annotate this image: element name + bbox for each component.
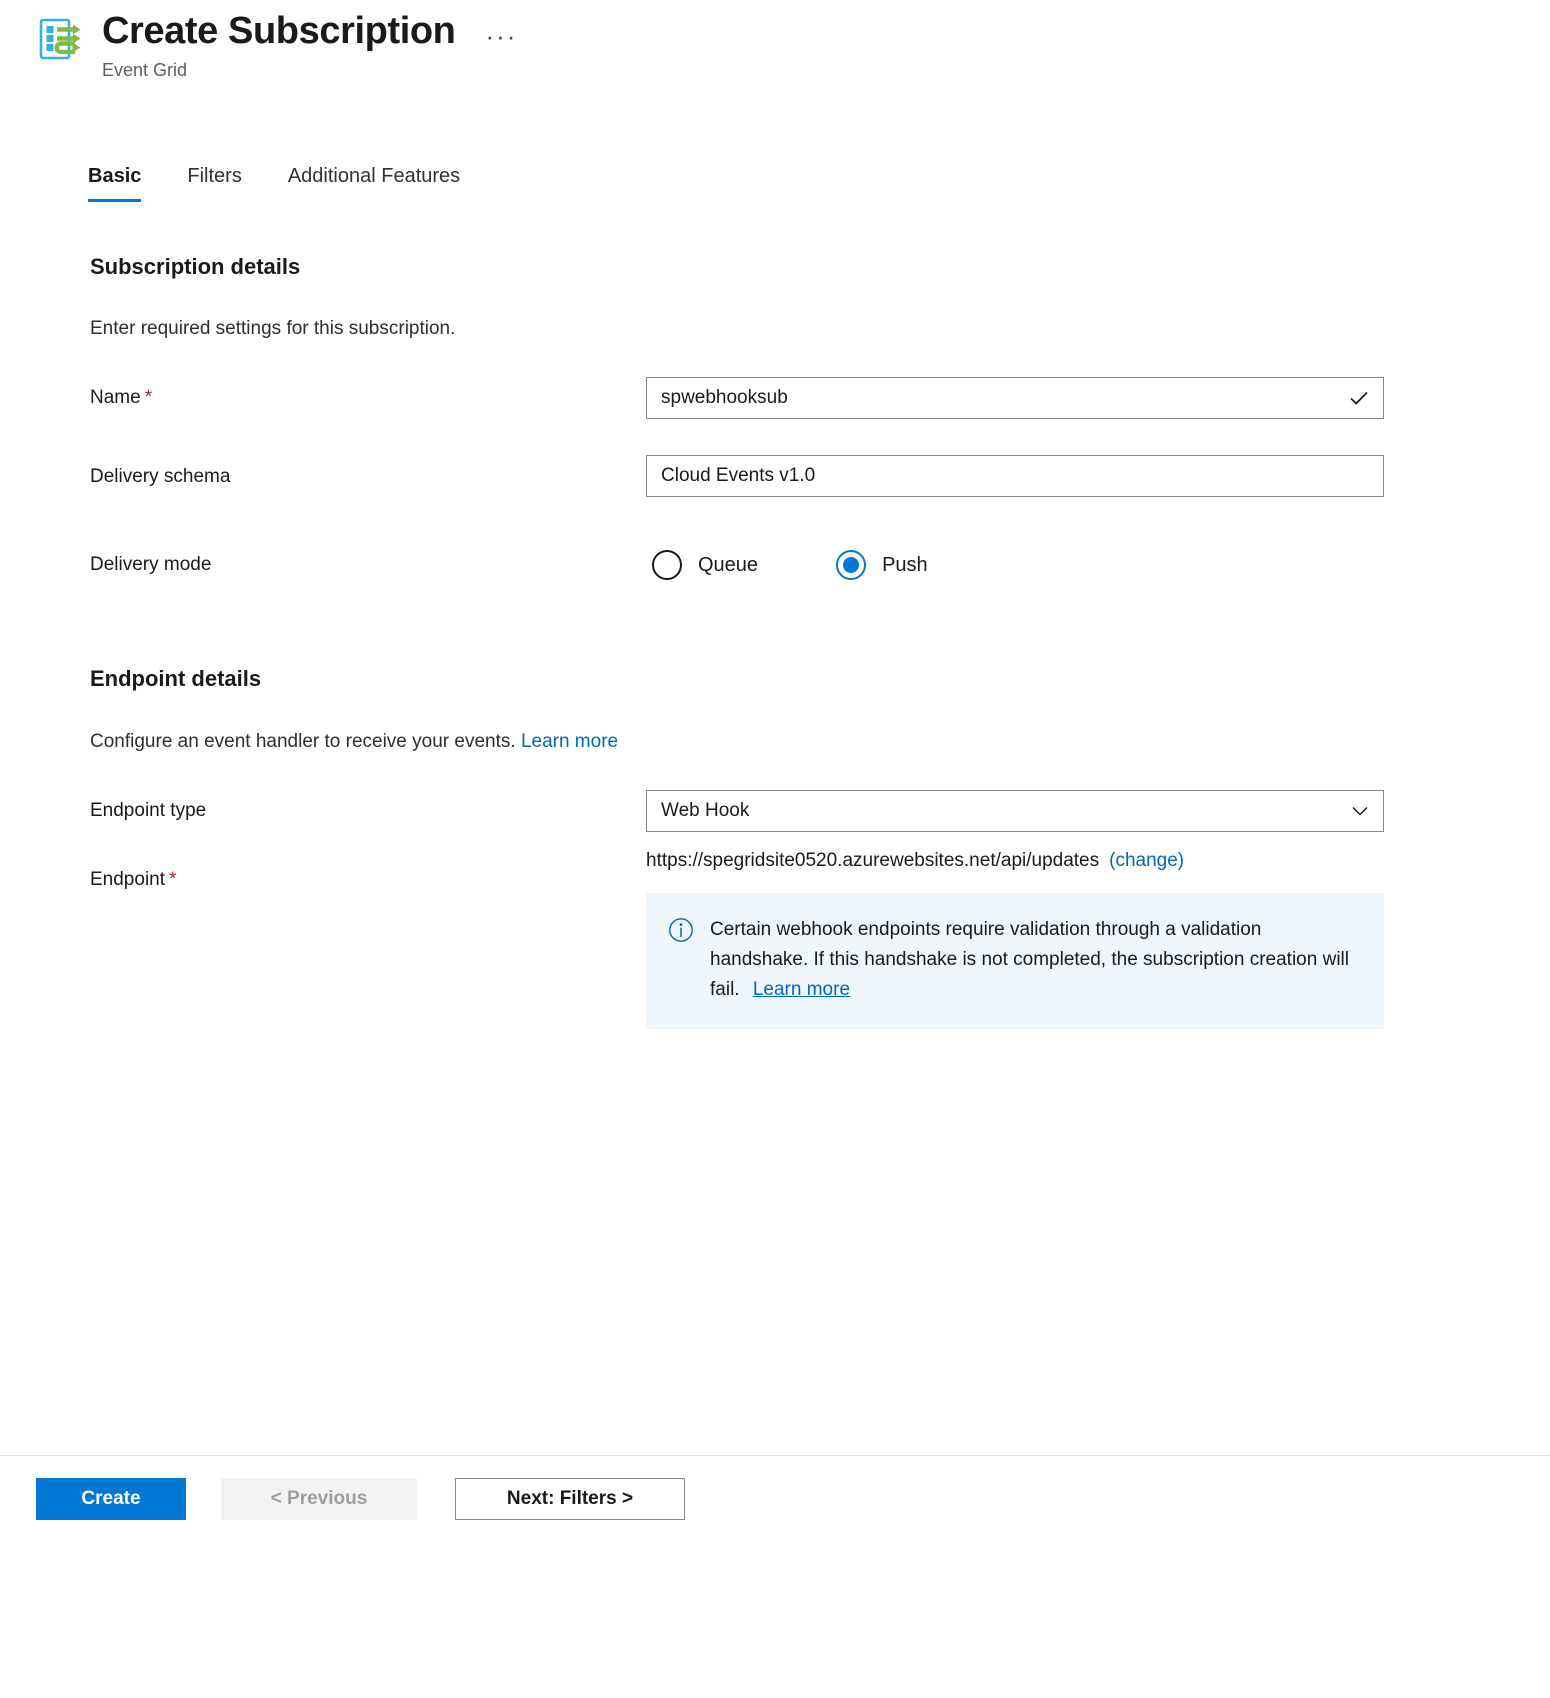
subscription-details-description: Enter required settings for this subscri… [90,318,456,339]
chevron-down-icon [1351,802,1369,820]
more-options-icon[interactable]: ··· [485,23,517,49]
delivery-mode-label: Delivery mode [90,554,212,575]
endpoint-details-learn-more-link[interactable]: Learn more [521,731,618,752]
endpoint-details-description-text: Configure an event handler to receive yo… [90,731,516,752]
endpoint-type-value: Web Hook [661,800,750,821]
previous-button[interactable]: < Previous [221,1478,417,1520]
endpoint-label: Endpoint * [90,869,176,891]
page-subtitle: Event Grid [102,59,188,80]
delivery-mode-radio-group: Queue Push [652,550,928,580]
delivery-schema-input[interactable]: Cloud Events v1.0 [646,455,1384,497]
radio-selected-icon [836,550,867,580]
checkmark-icon [1349,388,1369,408]
next-filters-button[interactable]: Next: Filters > [455,1478,685,1520]
delivery-mode-option-push[interactable]: Push [836,550,928,580]
endpoint-change-link[interactable]: (change) [1109,850,1184,872]
delivery-mode-option-queue[interactable]: Queue [652,550,758,580]
webhook-validation-learn-more-link[interactable]: Learn more [753,979,850,1000]
name-input-value: spwebhooksub [661,387,788,408]
endpoint-details-heading: Endpoint details [90,666,262,691]
delivery-mode-option-push-label: Push [882,553,928,576]
endpoint-type-select[interactable]: Web Hook [646,790,1384,832]
name-input[interactable]: spwebhooksub [646,377,1384,419]
page-header: Create Subscription ··· Event Grid [38,10,517,81]
footer-divider [0,1455,1550,1456]
subscription-details-heading: Subscription details [90,254,301,279]
footer-actions: Create < Previous Next: Filters > [36,1478,685,1520]
webhook-validation-info-text: Certain webhook endpoints require valida… [710,915,1350,1005]
tab-bar: Basic Filters Additional Features [88,165,506,202]
page-title: Create Subscription [102,10,456,52]
endpoint-value-row: https://spegridsite0520.azurewebsites.ne… [646,850,1184,872]
tab-basic[interactable]: Basic [88,165,142,202]
delivery-mode-option-queue-label: Queue [698,553,759,576]
radio-unselected-icon [652,550,682,580]
event-grid-icon [38,16,84,62]
delivery-schema-value: Cloud Events v1.0 [661,465,816,486]
webhook-validation-info-box: Certain webhook endpoints require valida… [646,893,1384,1030]
endpoint-label-text: Endpoint [90,869,166,890]
endpoint-url: https://spegridsite0520.azurewebsites.ne… [646,850,1100,871]
endpoint-type-label: Endpoint type [90,800,207,821]
name-label: Name * [90,387,152,409]
info-circle-icon [668,917,694,943]
tab-filters[interactable]: Filters [187,165,241,202]
create-button[interactable]: Create [36,1478,186,1520]
title-block: Create Subscription ··· Event Grid [102,10,517,81]
name-label-text: Name [90,387,141,408]
name-required-marker: * [144,387,153,408]
delivery-schema-label: Delivery schema [90,466,231,487]
endpoint-details-description: Configure an event handler to receive yo… [90,731,618,753]
tab-additional-features[interactable]: Additional Features [288,165,460,202]
endpoint-required-marker: * [169,869,177,890]
